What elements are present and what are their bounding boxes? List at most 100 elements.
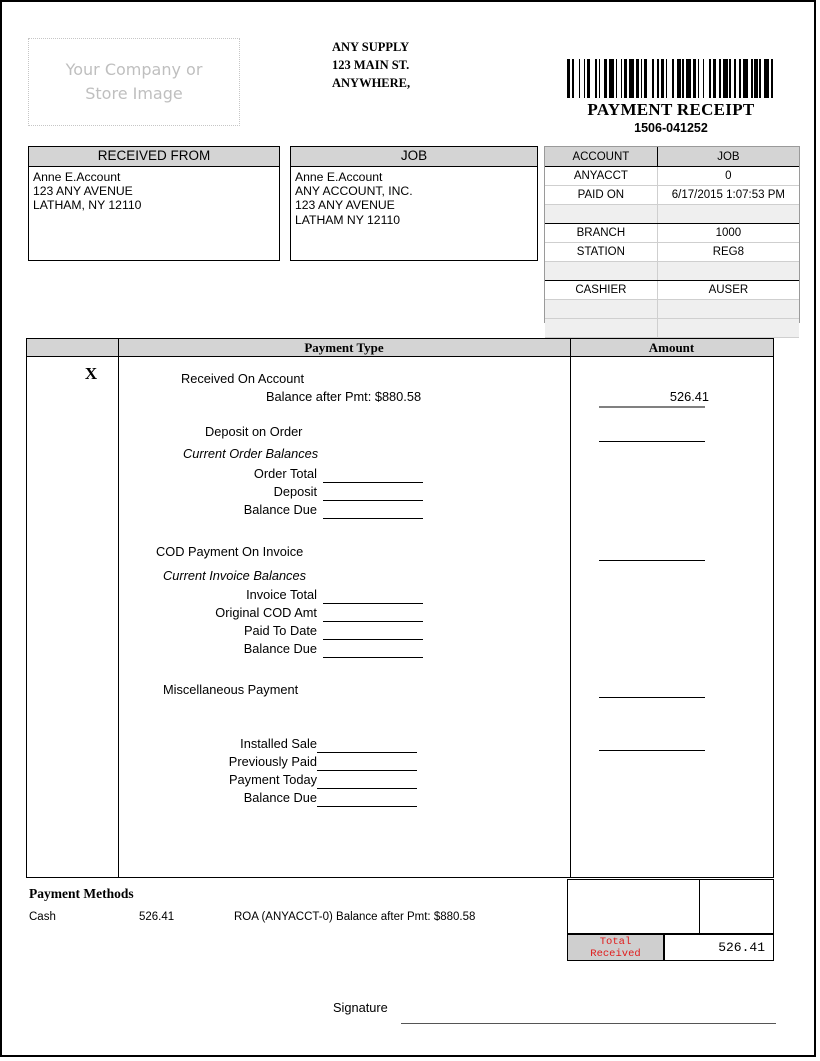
payment-methods-title: Payment Methods — [29, 886, 134, 901]
deposit-on-order-amount-rule — [599, 441, 705, 442]
installed-balance-due-label: Balance Due — [243, 790, 317, 805]
info-row: STATION REG8 — [545, 242, 799, 262]
info-header-row: ACCOUNT JOB — [545, 147, 799, 167]
info-row — [545, 204, 799, 224]
job-line: 123 ANY AVENUE — [295, 198, 395, 213]
header-check-col — [27, 339, 119, 356]
company-logo-placeholder: Your Company or Store Image — [28, 38, 240, 126]
company-address: ANY SUPPLY 123 MAIN ST. ANYWHERE, — [332, 38, 512, 92]
company-city: ANYWHERE, — [332, 76, 411, 91]
total-upper-box — [567, 879, 774, 934]
payment-method-method: Cash — [29, 911, 56, 923]
received-from-line: 123 ANY AVENUE — [33, 184, 133, 199]
total-received-label: Total Received — [567, 934, 664, 961]
misc-payment-amount-rule — [599, 697, 705, 698]
receipt-page: Your Company or Store Image ANY SUPPLY 12… — [0, 0, 816, 1057]
installed-sale-label: Installed Sale — [240, 736, 317, 751]
installed-amount-rule — [599, 750, 705, 751]
receipt-title: PAYMENT RECEIPT — [587, 100, 755, 119]
info-row-key — [545, 204, 658, 224]
info-row-key: STATION — [545, 242, 658, 262]
info-row: PAID ON 6/17/2015 1:07:53 PM — [545, 185, 799, 205]
job-address: Anne E.Account ANY ACCOUNT, INC. 123 ANY A… — [291, 167, 537, 227]
job-box: JOB Anne E.Account ANY ACCOUNT, INC. 123 A… — [290, 146, 538, 261]
info-row-value: 6/17/2015 1:07:53 PM — [657, 185, 799, 205]
deposit-on-order-title: Deposit on Order — [205, 424, 303, 439]
original-cod-amt-rule — [323, 621, 423, 622]
info-row-value — [657, 299, 799, 319]
info-row-key: PAID ON — [545, 185, 658, 205]
receipt-number: 1506-041252 — [634, 121, 708, 135]
info-row-key: CASHIER — [545, 280, 658, 300]
info-row-value: REG8 — [657, 242, 799, 262]
cod-amount-rule — [599, 560, 705, 561]
receipt-info-table: ACCOUNT JOB ANYACCT 0 PAID ON 6/17/2015 1:07:… — [544, 146, 800, 338]
payment-method-note: ROA (ANYACCT-0) Balance after Pmt: $880.… — [234, 911, 476, 923]
received-from-header: RECEIVED FROM — [29, 147, 279, 167]
info-row-value: AUSER — [657, 280, 799, 300]
info-row-key: ANYACCT — [545, 166, 658, 186]
info-row — [545, 318, 799, 338]
cod-title: COD Payment On Invoice — [156, 544, 304, 559]
installed-balance-due-rule — [317, 806, 417, 807]
info-row-value: 1000 — [657, 223, 799, 243]
roa-amount: 526.41 — [669, 389, 709, 404]
logo-placeholder-text: Your Company or Store Image — [65, 60, 203, 103]
cod-balance-due-label: Balance Due — [243, 641, 317, 656]
info-row-key — [545, 318, 658, 338]
received-from-box: RECEIVED FROM Anne E.Account 123 ANY AVEN… — [28, 146, 280, 261]
cod-balance-due-rule — [323, 657, 423, 658]
roa-title: Received On Account — [181, 371, 305, 386]
total-upper-divider — [699, 879, 700, 934]
info-row — [545, 261, 799, 281]
header-amount: Amount — [648, 340, 695, 355]
signature-label: Signature — [333, 1000, 388, 1015]
invoice-total-label: Invoice Total — [246, 587, 317, 602]
column-divider-2 — [570, 356, 571, 877]
installed-sale-rule — [317, 752, 417, 753]
paid-to-date-rule — [323, 639, 423, 640]
info-col-header: JOB — [657, 147, 799, 167]
deposit-rule — [323, 500, 423, 501]
current-order-balances-label: Current Order Balances — [183, 446, 319, 461]
received-from-address: Anne E.Account 123 ANY AVENUE LATHAM, NY 1… — [29, 167, 279, 213]
info-row-value — [657, 261, 799, 281]
payment-today-label: Payment Today — [229, 772, 317, 787]
paid-to-date-label: Paid To Date — [243, 623, 317, 638]
info-row-value — [657, 204, 799, 224]
total-received-value: 526.41 — [664, 934, 774, 961]
received-from-line: Anne E.Account — [33, 170, 121, 184]
order-total-label: Order Total — [253, 466, 317, 481]
job-line: ANY ACCOUNT, INC. — [295, 184, 413, 199]
payment-type-table: Payment Type Amount X Received On Accoun… — [26, 338, 774, 878]
info-row: CASHIER AUSER — [545, 280, 799, 300]
misc-payment-title: Miscellaneous Payment — [163, 682, 299, 697]
previously-paid-rule — [317, 770, 417, 771]
invoice-total-rule — [323, 603, 423, 604]
payment-today-rule — [317, 788, 417, 789]
company-street: 123 MAIN ST. — [332, 58, 410, 73]
info-col-header: ACCOUNT — [545, 147, 658, 167]
info-row-value: 0 — [657, 166, 799, 186]
info-row-key: BRANCH — [545, 223, 658, 243]
original-cod-amt-label: Original COD Amt — [215, 605, 317, 620]
roa-amount-rule — [599, 406, 705, 408]
barcode-image — [567, 59, 775, 98]
info-row-key — [545, 299, 658, 319]
barcode-bar — [773, 59, 775, 98]
current-invoice-balances-label: Current Invoice Balances — [163, 568, 306, 583]
payment-method-amount: 526.41 — [139, 911, 175, 923]
roa-subtitle: Balance after Pmt: $880.58 — [266, 389, 422, 404]
info-row-value — [657, 318, 799, 338]
order-balance-due-rule — [323, 518, 423, 519]
order-total-rule — [323, 482, 423, 483]
previously-paid-label: Previously Paid — [228, 754, 317, 769]
company-name: ANY SUPPLY — [332, 40, 410, 54]
signature-line — [401, 1023, 776, 1024]
deposit-label: Deposit — [273, 484, 317, 499]
roa-checkmark[interactable]: X — [71, 364, 111, 384]
order-balance-due-label: Balance Due — [243, 502, 317, 517]
payment-table-header: Payment Type Amount — [27, 339, 773, 357]
info-row: ANYACCT 0 — [545, 166, 799, 186]
info-row: BRANCH 1000 — [545, 223, 799, 243]
